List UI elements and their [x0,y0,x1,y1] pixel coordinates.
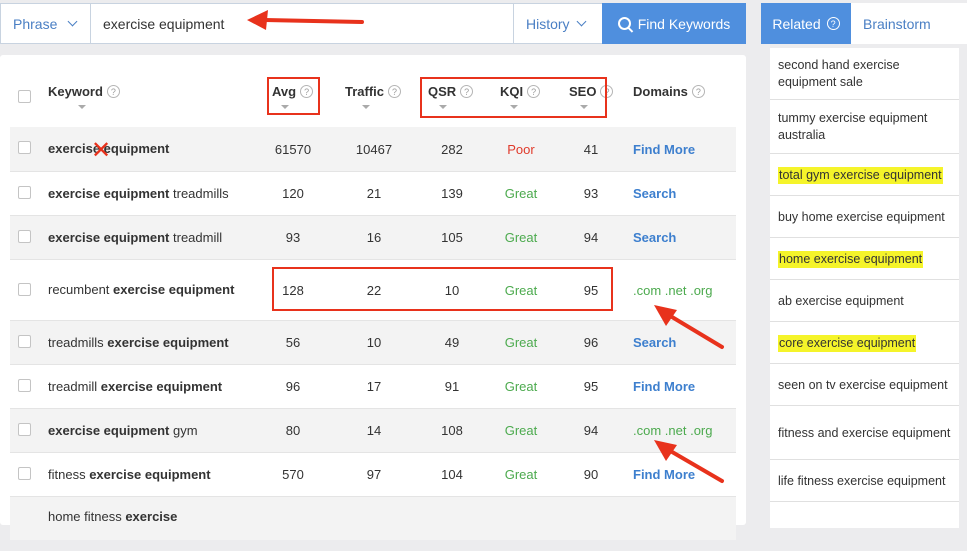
related-keyword-item[interactable]: ab exercise equipment [770,281,959,322]
related-keyword-item[interactable]: core exercise equipment [770,323,959,364]
tab-label: Brainstorm [863,15,931,32]
tab-brainstorm[interactable]: Brainstorm [851,3,967,44]
related-keyword-item[interactable]: fitness and exercise equipment [770,407,959,460]
help-icon[interactable]: ? [826,17,840,30]
arrow-head [654,305,677,326]
related-keyword-item[interactable]: seen on tv exercise equipment [770,365,959,406]
related-keyword-item[interactable]: second hand exercise equipment sale [770,48,959,100]
sidebar-tabs: Related ? Brainstorm [761,3,967,44]
arrow-head [247,10,268,30]
related-keyword-item[interactable]: life fitness exercise equipment [770,461,959,502]
tab-label: Related [772,15,821,32]
arrow-to-domains-row-7 [665,447,724,483]
arrow-to-domains-row-4 [665,312,724,349]
related-keywords-list: second hand exercise equipment sale tumm… [770,48,959,528]
tab-related[interactable]: Related ? [761,3,851,44]
related-keyword-item[interactable]: total gym exercise equipment [770,155,959,196]
related-keyword-item[interactable]: home exercise equipment [770,239,959,280]
related-keyword-item[interactable]: buy home exercise equipment [770,197,959,238]
related-keyword-item[interactable]: tummy exercise equipment australia [770,101,959,154]
arrow-to-search-input [263,18,364,24]
